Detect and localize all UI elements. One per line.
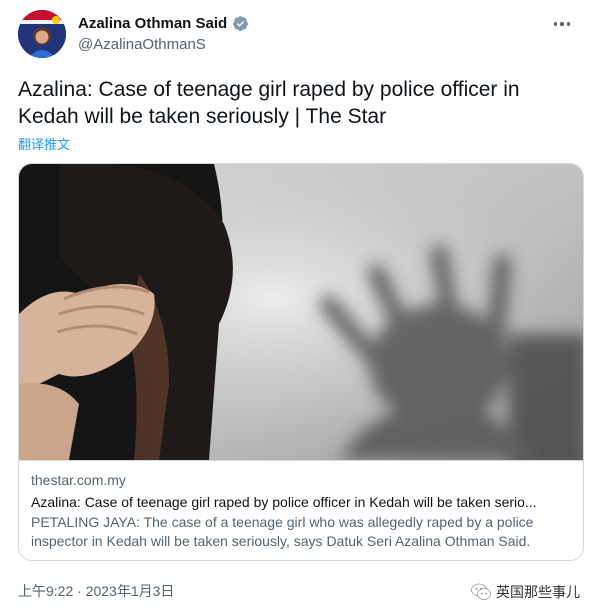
watermark-text: 英国那些事儿 — [496, 584, 580, 600]
tweet-header: Azalina Othman Said @AzalinaOthmanS — [18, 10, 578, 60]
watermark: 英国那些事儿 — [471, 582, 580, 602]
avatar[interactable] — [18, 10, 66, 58]
link-card[interactable]: thestar.com.my Azalina: Case of teenage … — [18, 163, 584, 561]
card-title: Azalina: Case of teenage girl raped by p… — [31, 494, 537, 510]
card-image — [19, 164, 583, 460]
tweet-text: Azalina: Case of teenage girl raped by p… — [18, 78, 520, 128]
display-name[interactable]: Azalina Othman Said — [78, 15, 227, 32]
name-block: Azalina Othman Said @AzalinaOthmanS — [78, 15, 249, 53]
verified-badge-icon — [232, 15, 249, 32]
translate-tweet-link[interactable]: 翻译推文 — [18, 134, 70, 153]
tweet-timestamp[interactable]: 上午9:22 · 2023年1月3日 — [18, 581, 174, 601]
wechat-icon — [471, 583, 491, 601]
card-description: PETALING JAYA: The case of a teenage gir… — [31, 514, 534, 549]
more-options-icon[interactable] — [550, 16, 574, 32]
handle[interactable]: @AzalinaOthmanS — [78, 36, 249, 53]
card-body: thestar.com.my Azalina: Case of teenage … — [19, 460, 583, 560]
card-domain: thestar.com.my — [31, 472, 126, 488]
